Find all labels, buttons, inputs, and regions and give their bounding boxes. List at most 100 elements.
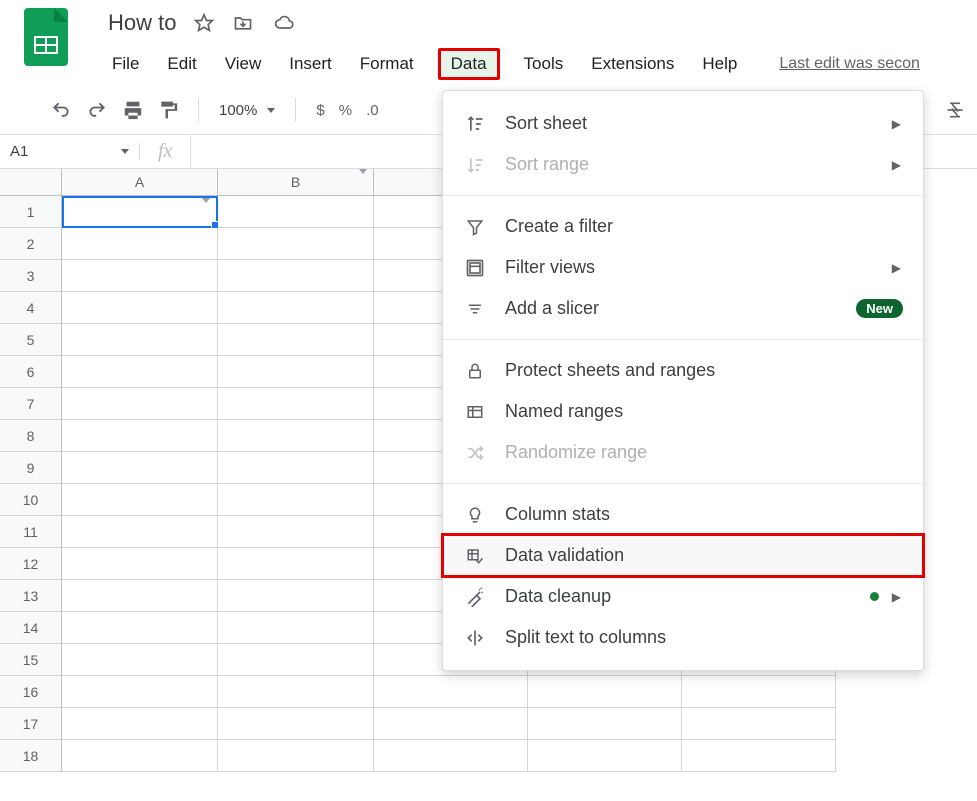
cell-B15[interactable] [218, 644, 374, 676]
cell-A18[interactable] [62, 740, 218, 772]
row-header-13[interactable]: 13 [0, 580, 62, 612]
cell-A3[interactable] [62, 260, 218, 292]
cell-B16[interactable] [218, 676, 374, 708]
row-header-15[interactable]: 15 [0, 644, 62, 676]
row-header-9[interactable]: 9 [0, 452, 62, 484]
cell-C16[interactable] [374, 676, 528, 708]
cell-A5[interactable] [62, 324, 218, 356]
cell-B8[interactable] [218, 420, 374, 452]
cell-C17[interactable] [374, 708, 528, 740]
cell-B11[interactable] [218, 516, 374, 548]
last-edit-link[interactable]: Last edit was secon [779, 55, 920, 73]
cell-E17[interactable] [682, 708, 836, 740]
row-header-5[interactable]: 5 [0, 324, 62, 356]
select-all-corner[interactable] [0, 169, 62, 196]
format-currency[interactable]: $ [316, 102, 324, 119]
cell-A13[interactable] [62, 580, 218, 612]
print-icon[interactable] [122, 99, 144, 121]
cell-A2[interactable] [62, 228, 218, 260]
column-header-B[interactable]: B [218, 169, 374, 196]
strikethrough-icon[interactable] [945, 100, 965, 120]
menu-item-add-a-slicer[interactable]: Add a slicer New [443, 288, 923, 329]
cell-A1[interactable] [62, 196, 218, 228]
cell-A10[interactable] [62, 484, 218, 516]
menu-item-sort-sheet[interactable]: Sort sheet ▶ [443, 103, 923, 144]
cell-A12[interactable] [62, 548, 218, 580]
menu-item-data-validation[interactable]: Data validation [443, 535, 923, 576]
row-header-18[interactable]: 18 [0, 740, 62, 772]
menu-data[interactable]: Data [438, 48, 500, 80]
cell-B6[interactable] [218, 356, 374, 388]
row-header-7[interactable]: 7 [0, 388, 62, 420]
format-percent[interactable]: % [339, 102, 352, 119]
cell-D16[interactable] [528, 676, 682, 708]
paint-format-icon[interactable] [158, 99, 178, 121]
menu-item-split-text-to-columns[interactable]: Split text to columns [443, 617, 923, 658]
cell-B5[interactable] [218, 324, 374, 356]
cell-B2[interactable] [218, 228, 374, 260]
cell-A15[interactable] [62, 644, 218, 676]
cell-dropdown-icon[interactable] [202, 203, 210, 219]
menu-file[interactable]: File [108, 50, 143, 78]
menu-item-filter-views[interactable]: Filter views ▶ [443, 247, 923, 288]
row-header-1[interactable]: 1 [0, 196, 62, 228]
cell-B4[interactable] [218, 292, 374, 324]
menu-extensions[interactable]: Extensions [587, 50, 678, 78]
cell-E18[interactable] [682, 740, 836, 772]
menu-item-protect-sheets-and-ranges[interactable]: Protect sheets and ranges [443, 350, 923, 391]
undo-icon[interactable] [50, 100, 72, 120]
menu-item-named-ranges[interactable]: Named ranges [443, 391, 923, 432]
sheets-logo[interactable] [24, 8, 68, 66]
cell-B18[interactable] [218, 740, 374, 772]
doc-title[interactable]: How to [108, 10, 176, 36]
row-header-10[interactable]: 10 [0, 484, 62, 516]
name-box[interactable]: A1 [0, 143, 140, 160]
cell-E16[interactable] [682, 676, 836, 708]
cell-A4[interactable] [62, 292, 218, 324]
menu-item-data-cleanup[interactable]: Data cleanup ▶ [443, 576, 923, 617]
cell-A6[interactable] [62, 356, 218, 388]
cell-D17[interactable] [528, 708, 682, 740]
star-icon[interactable] [194, 13, 214, 33]
cloud-status-icon[interactable] [272, 13, 296, 33]
cell-A9[interactable] [62, 452, 218, 484]
cell-B17[interactable] [218, 708, 374, 740]
decrease-decimal[interactable]: .0 [366, 102, 379, 119]
menu-format[interactable]: Format [356, 50, 418, 78]
cell-B10[interactable] [218, 484, 374, 516]
row-header-6[interactable]: 6 [0, 356, 62, 388]
cell-B9[interactable] [218, 452, 374, 484]
cell-A8[interactable] [62, 420, 218, 452]
cell-A11[interactable] [62, 516, 218, 548]
cell-B14[interactable] [218, 612, 374, 644]
row-header-16[interactable]: 16 [0, 676, 62, 708]
row-header-3[interactable]: 3 [0, 260, 62, 292]
menu-view[interactable]: View [221, 50, 266, 78]
menu-help[interactable]: Help [698, 50, 741, 78]
cell-B12[interactable] [218, 548, 374, 580]
menu-tools[interactable]: Tools [520, 50, 568, 78]
column-header-A[interactable]: A [62, 169, 218, 196]
row-header-14[interactable]: 14 [0, 612, 62, 644]
cell-A17[interactable] [62, 708, 218, 740]
menu-item-create-a-filter[interactable]: Create a filter [443, 206, 923, 247]
zoom-select[interactable]: 100% [219, 102, 275, 119]
cell-B13[interactable] [218, 580, 374, 612]
row-header-2[interactable]: 2 [0, 228, 62, 260]
cell-D18[interactable] [528, 740, 682, 772]
row-header-17[interactable]: 17 [0, 708, 62, 740]
row-header-8[interactable]: 8 [0, 420, 62, 452]
cell-B1[interactable] [218, 196, 374, 228]
cell-B3[interactable] [218, 260, 374, 292]
row-header-11[interactable]: 11 [0, 516, 62, 548]
cell-A7[interactable] [62, 388, 218, 420]
cell-A16[interactable] [62, 676, 218, 708]
cell-A14[interactable] [62, 612, 218, 644]
row-header-12[interactable]: 12 [0, 548, 62, 580]
menu-edit[interactable]: Edit [163, 50, 200, 78]
menu-insert[interactable]: Insert [285, 50, 336, 78]
redo-icon[interactable] [86, 100, 108, 120]
move-to-folder-icon[interactable] [232, 13, 254, 33]
cell-B7[interactable] [218, 388, 374, 420]
cell-C18[interactable] [374, 740, 528, 772]
